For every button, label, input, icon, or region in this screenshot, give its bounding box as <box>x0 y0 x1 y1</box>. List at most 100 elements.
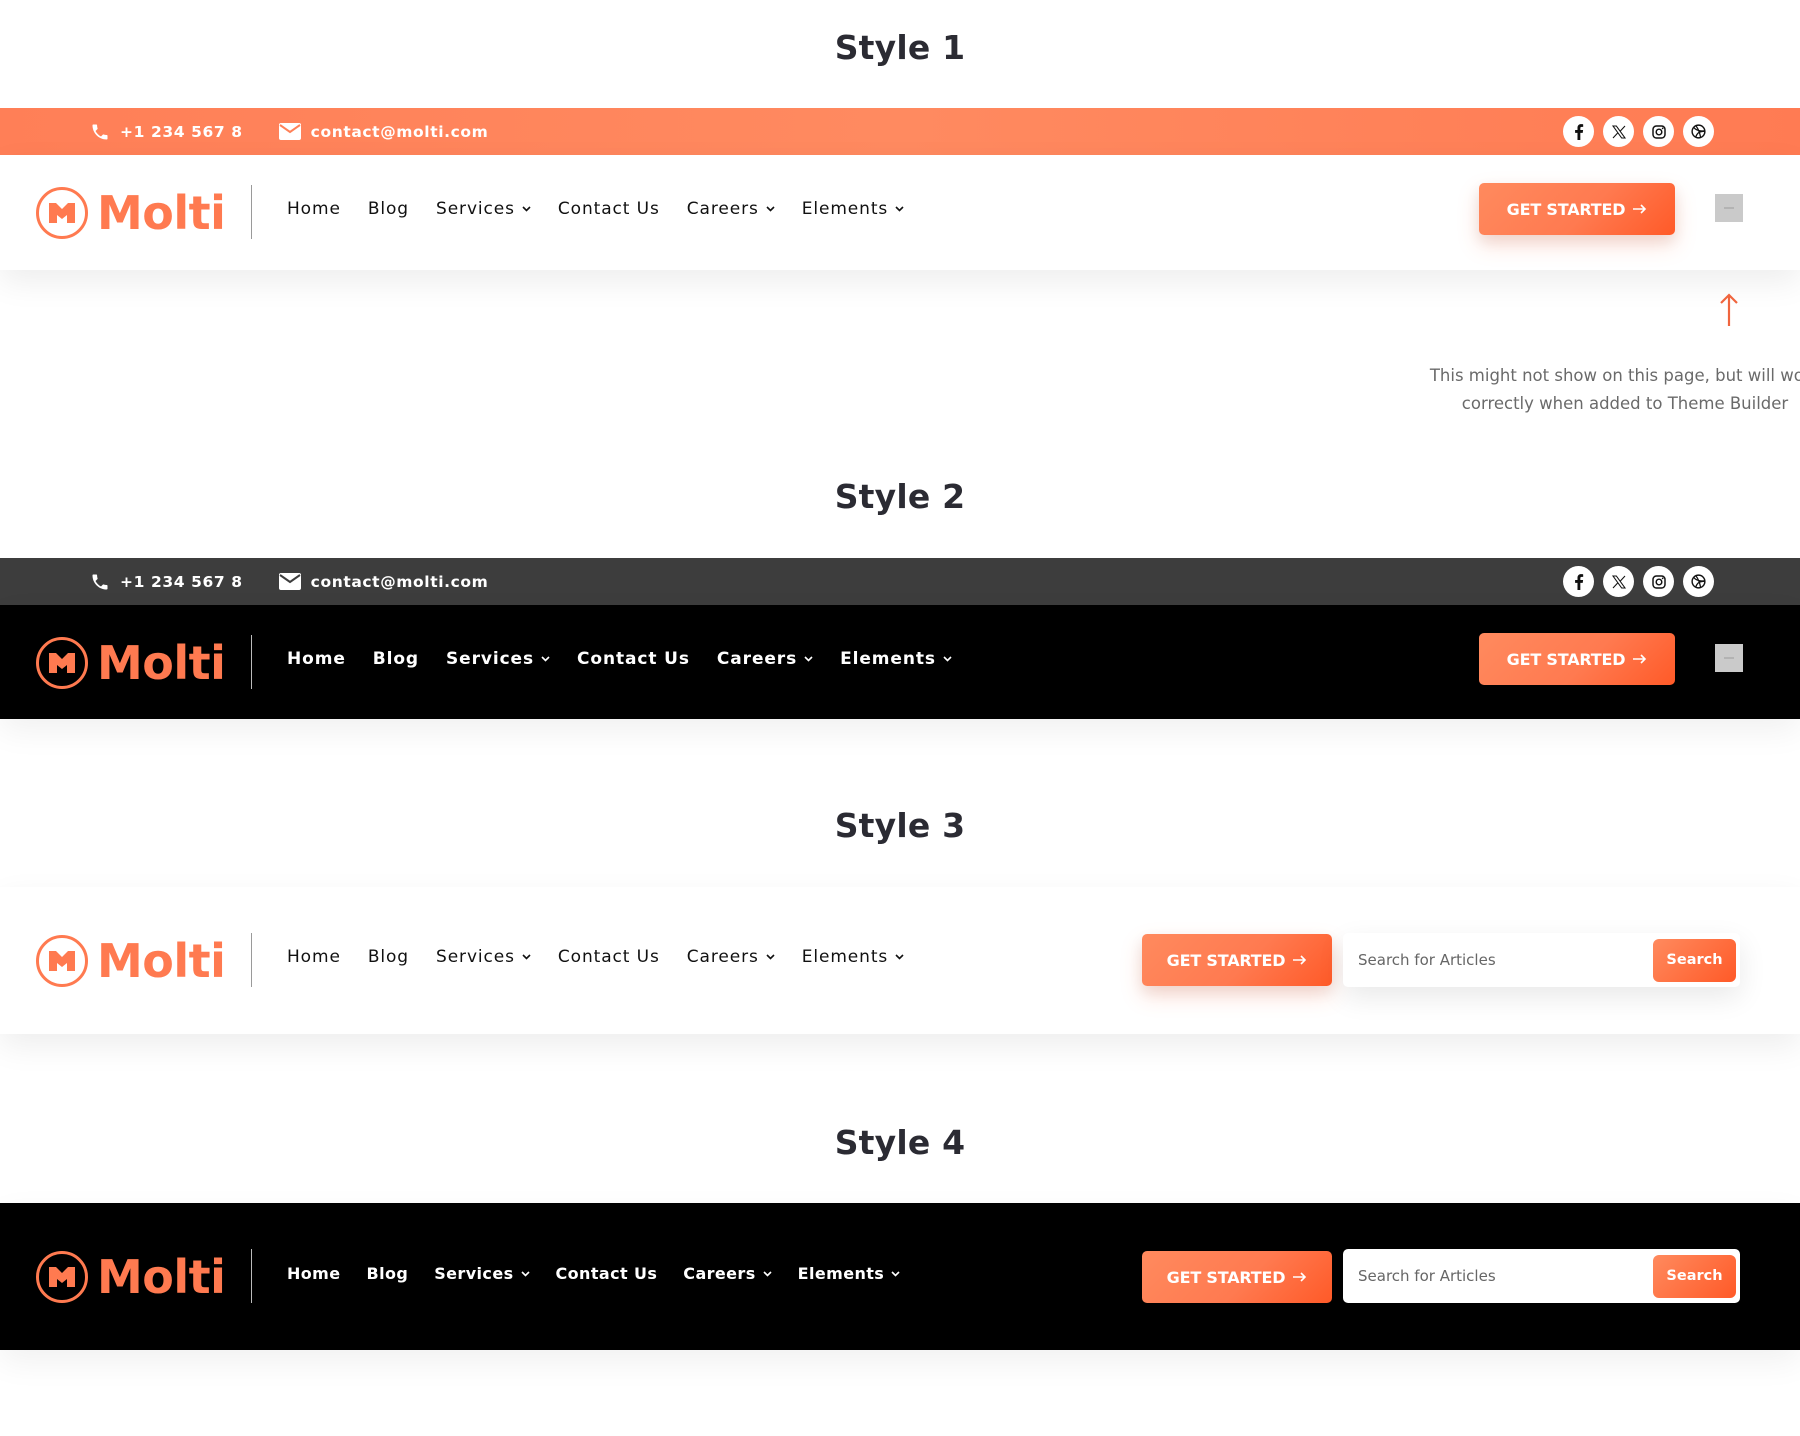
main-nav: Home Blog Services Contact Us Careers El… <box>287 199 931 219</box>
logo[interactable]: Molti <box>35 934 226 988</box>
email-address: contact@molti.com <box>310 572 489 591</box>
nav-label: Careers <box>686 199 759 219</box>
main-nav: Home Blog Services Contact Us Careers El… <box>287 1264 926 1283</box>
x-twitter-icon[interactable] <box>1603 116 1634 147</box>
style-3-title: Style 3 <box>834 806 966 845</box>
menu-placeholder[interactable] <box>1715 194 1743 222</box>
facebook-icon[interactable] <box>1563 116 1594 147</box>
nav-services[interactable]: Services <box>434 1264 530 1283</box>
nav-careers[interactable]: Careers <box>717 649 813 669</box>
brand-name: Molti <box>97 186 226 240</box>
nav-label: Careers <box>716 649 798 669</box>
search-input[interactable] <box>1343 1249 1653 1303</box>
dribbble-icon[interactable] <box>1683 116 1714 147</box>
phone-link[interactable]: +1 234 567 8 <box>90 122 243 142</box>
placeholder-glyph <box>1724 657 1734 659</box>
nav-label: Services <box>434 1264 514 1283</box>
get-started-button[interactable]: GET STARTED <box>1142 1251 1332 1303</box>
get-started-button[interactable]: GET STARTED <box>1479 183 1675 235</box>
nav-careers[interactable]: Careers <box>687 199 775 219</box>
search-bar: Search <box>1343 933 1740 987</box>
instagram-icon[interactable] <box>1643 116 1674 147</box>
nav-elements[interactable]: Elements <box>802 199 904 219</box>
nav-blog[interactable]: Blog <box>368 947 409 967</box>
arrow-right-icon <box>1633 654 1647 664</box>
nav-contact-us[interactable]: Contact Us <box>558 199 660 219</box>
nav-label: Home <box>287 199 341 219</box>
style-1-title: Style 1 <box>834 28 966 67</box>
chevron-down-icon <box>522 206 531 212</box>
email-address: contact@molti.com <box>310 122 489 141</box>
instagram-icon[interactable] <box>1643 566 1674 597</box>
facebook-icon[interactable] <box>1563 566 1594 597</box>
arrow-right-icon <box>1293 1272 1307 1282</box>
nav-blog[interactable]: Blog <box>368 199 409 219</box>
nav-label: Blog <box>372 649 419 669</box>
logo-divider <box>251 635 252 689</box>
style-4-title: Style 4 <box>834 1123 966 1162</box>
nav-home[interactable]: Home <box>287 1264 341 1283</box>
nav-careers[interactable]: Careers <box>683 1264 772 1283</box>
molti-m-logo-icon <box>36 1251 88 1303</box>
dribbble-icon[interactable] <box>1683 566 1714 597</box>
nav-careers[interactable]: Careers <box>687 947 775 967</box>
cta-label: GET STARTED <box>1166 950 1286 970</box>
social-links <box>1563 108 1714 155</box>
nav-elements[interactable]: Elements <box>840 649 952 669</box>
chevron-down-icon <box>804 656 813 662</box>
get-started-button[interactable]: GET STARTED <box>1142 934 1332 986</box>
email-link[interactable]: contact@molti.com <box>278 572 489 591</box>
social-links <box>1563 558 1714 605</box>
contact-info: +1 234 567 8 contact@molti.com <box>90 558 488 605</box>
logo[interactable]: Molti <box>35 186 226 240</box>
phone-link[interactable]: +1 234 567 8 <box>90 572 243 592</box>
nav-home[interactable]: Home <box>287 947 341 967</box>
arrow-up-icon <box>1720 293 1738 326</box>
nav-blog[interactable]: Blog <box>373 649 419 669</box>
logo-divider <box>251 933 252 987</box>
chevron-down-icon <box>520 1270 530 1277</box>
arrow-right-icon <box>1633 204 1647 214</box>
cta-label: GET STARTED <box>1166 1267 1286 1287</box>
x-twitter-icon[interactable] <box>1603 566 1634 597</box>
nav-blog[interactable]: Blog <box>367 1264 409 1283</box>
main-nav: Home Blog Services Contact Us Careers El… <box>287 649 979 669</box>
arrow-right-icon <box>1293 955 1307 965</box>
nav-home[interactable]: Home <box>287 649 346 669</box>
email-link[interactable]: contact@molti.com <box>278 122 489 141</box>
nav-services[interactable]: Services <box>436 199 531 219</box>
brand-name: Molti <box>97 934 226 988</box>
logo[interactable]: Molti <box>35 1250 226 1304</box>
logo[interactable]: Molti <box>35 636 226 690</box>
phone-number: +1 234 567 8 <box>120 572 243 591</box>
nav-label: Careers <box>683 1264 756 1283</box>
logo-divider <box>251 185 252 239</box>
nav-contact-us[interactable]: Contact Us <box>558 947 660 967</box>
molti-m-logo-icon <box>36 637 88 689</box>
chevron-down-icon <box>891 1270 900 1277</box>
brand-name: Molti <box>97 636 226 690</box>
style-4-header: Molti Home Blog Services Contact Us Care… <box>0 1203 1800 1350</box>
nav-label: Contact Us <box>557 199 660 219</box>
nav-contact-us[interactable]: Contact Us <box>556 1264 658 1283</box>
search-button[interactable]: Search <box>1653 938 1736 982</box>
menu-placeholder[interactable] <box>1715 644 1743 672</box>
molti-m-logo-icon <box>36 935 88 987</box>
contact-info: +1 234 567 8 contact@molti.com <box>90 108 488 155</box>
nav-elements[interactable]: Elements <box>802 947 904 967</box>
nav-elements[interactable]: Elements <box>798 1264 901 1283</box>
style-2-title: Style 2 <box>834 477 966 516</box>
nav-label: Services <box>436 199 515 219</box>
nav-home[interactable]: Home <box>287 199 341 219</box>
logo-divider <box>251 1249 252 1303</box>
nav-label: Services <box>446 649 534 669</box>
get-started-button[interactable]: GET STARTED <box>1479 633 1675 685</box>
nav-contact-us[interactable]: Contact Us <box>577 649 690 669</box>
search-input[interactable] <box>1343 933 1653 987</box>
nav-services[interactable]: Services <box>446 649 550 669</box>
brand-name: Molti <box>97 1250 226 1304</box>
search-button[interactable]: Search <box>1653 1254 1736 1298</box>
nav-label: Careers <box>686 947 759 967</box>
nav-label: Services <box>436 947 515 967</box>
nav-services[interactable]: Services <box>436 947 531 967</box>
